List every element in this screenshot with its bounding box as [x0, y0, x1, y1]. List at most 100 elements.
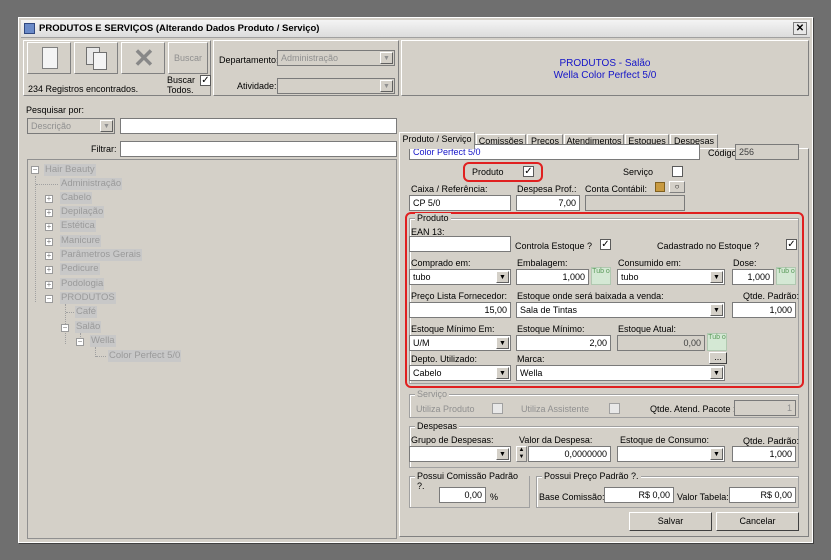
salvar-button[interactable]: Salvar: [629, 512, 712, 531]
tree-node-selected[interactable]: Color Perfect 5/0: [108, 350, 182, 362]
preco-lista-input[interactable]: 15,00: [409, 302, 511, 318]
collapse-icon[interactable]: −: [45, 295, 53, 303]
despesa-prof-input[interactable]: 7,00: [516, 195, 580, 211]
cancelar-button[interactable]: Cancelar: [716, 512, 799, 531]
marca-label: Marca:: [517, 354, 545, 364]
chevron-down-icon: ▼: [496, 337, 509, 349]
est-min-em-select[interactable]: U/M ▼: [409, 335, 511, 351]
new-document-icon: [42, 47, 58, 69]
controla-estoque-label: Controla Estoque ?: [515, 241, 593, 251]
qtde-padrao-despesa-label: Qtde. Padrão:: [743, 436, 800, 446]
est-min-input[interactable]: 2,00: [516, 335, 611, 351]
caixa-label: Caixa / Referência:: [411, 184, 488, 194]
servico-group-caption: Serviço: [415, 389, 450, 399]
preco-padrao-group-caption: Possui Preço Padrão ?.: [542, 471, 641, 481]
codigo-field: 256: [735, 144, 799, 160]
new-button[interactable]: [27, 42, 71, 74]
header-line2: Wella Color Perfect 5/0: [553, 70, 657, 81]
comprado-select[interactable]: tubo ▼: [409, 269, 511, 285]
est-atual-field: 0,00: [617, 335, 705, 351]
tree-node[interactable]: Wella: [90, 335, 116, 347]
caixa-input[interactable]: CP 5/0: [409, 195, 511, 211]
app-icon: [24, 23, 35, 34]
atividade-select[interactable]: ▼: [277, 78, 395, 94]
ean-input[interactable]: [409, 236, 511, 252]
edit-icon[interactable]: [655, 182, 665, 192]
departamento-label: Departamento:: [219, 55, 279, 65]
collapse-icon[interactable]: −: [76, 338, 84, 346]
delete-button[interactable]: ✕: [121, 42, 165, 74]
tree-node[interactable]: Café: [75, 306, 98, 318]
embalagem-input[interactable]: 1,000: [516, 269, 589, 285]
tree-node[interactable]: Administração: [60, 178, 123, 190]
search-icon[interactable]: ○: [669, 181, 685, 193]
tree-node[interactable]: Estética: [60, 220, 96, 232]
produto-checkbox[interactable]: ✓: [523, 166, 534, 177]
tree-node[interactable]: Cabelo: [60, 192, 93, 204]
estoque-baixa-select[interactable]: Sala de Tintas ▼: [516, 302, 725, 318]
tree-node[interactable]: PRODUTOS: [60, 292, 116, 304]
tree-node[interactable]: Pedicure: [60, 263, 100, 275]
grupo-despesas-select[interactable]: ▼: [409, 446, 511, 462]
search-button[interactable]: Buscar: [168, 42, 208, 74]
tree-node[interactable]: Salão: [75, 321, 102, 333]
percent-label: %: [490, 492, 499, 502]
chevron-down-icon: ▼: [710, 448, 723, 460]
base-comissao-input[interactable]: R$ 0,00: [604, 487, 674, 503]
close-button[interactable]: ✕: [793, 22, 807, 35]
despesa-prof-label: Despesa Prof.:: [517, 184, 577, 194]
pesquisar-label: Pesquisar por:: [26, 105, 85, 115]
produto-group-caption: Produto: [415, 213, 451, 223]
tree-node[interactable]: Podologia: [60, 278, 105, 290]
filtrar-input[interactable]: [120, 141, 397, 157]
expand-icon[interactable]: +: [45, 266, 53, 274]
qtde-padrao-input[interactable]: 1,000: [732, 302, 796, 318]
utiliza-assistente-checkbox[interactable]: [609, 403, 620, 414]
search-input[interactable]: [120, 118, 397, 134]
valor-despesa-label: Valor da Despesa:: [519, 435, 593, 445]
expand-icon[interactable]: +: [45, 238, 53, 246]
dose-input[interactable]: 1,000: [732, 269, 774, 285]
pesquisar-select[interactable]: Descrição ▼: [27, 118, 115, 134]
controla-estoque-checkbox[interactable]: ✓: [600, 239, 611, 250]
comissao-input[interactable]: 0,00: [439, 487, 486, 503]
collapse-icon[interactable]: −: [31, 166, 39, 174]
valor-despesa-input[interactable]: 0,0000000: [528, 446, 611, 462]
qtde-padrao-label: Qtde. Padrão:: [743, 291, 800, 301]
expand-icon[interactable]: +: [45, 252, 53, 260]
tree-node[interactable]: Depilação: [60, 206, 105, 218]
depto-select[interactable]: Cabelo ▼: [409, 365, 511, 381]
tree-node[interactable]: Manicure: [60, 235, 102, 247]
spinner-icon[interactable]: ▲ ▼: [516, 446, 527, 462]
marca-browse-button[interactable]: ...: [709, 352, 727, 364]
tab-produto-servico[interactable]: Produto / Serviço: [399, 132, 475, 149]
main-window: PRODUTOS E SERVIÇOS (Alterando Dados Pro…: [18, 17, 813, 543]
buscar-todos-checkbox[interactable]: ✓: [200, 75, 211, 86]
tree-node[interactable]: Parâmetros Gerais: [60, 249, 142, 261]
expand-icon[interactable]: +: [45, 209, 53, 217]
utiliza-produto-label: Utiliza Produto: [416, 404, 475, 414]
tree-node-root[interactable]: Hair Beauty: [44, 164, 96, 176]
expand-icon[interactable]: +: [45, 281, 53, 289]
qtde-padrao-despesa-input[interactable]: 1,000: [732, 446, 796, 462]
expand-icon[interactable]: +: [45, 195, 53, 203]
chevron-down-icon: ▼: [380, 52, 393, 64]
consumido-select[interactable]: tubo ▼: [617, 269, 725, 285]
chevron-down-icon: ▼: [496, 271, 509, 283]
cadastrado-estoque-checkbox[interactable]: ✓: [786, 239, 797, 250]
chevron-down-icon: ▼: [380, 80, 393, 92]
copy-button[interactable]: [74, 42, 118, 74]
category-tree: − Hair Beauty Administração + Cabelo + D…: [27, 159, 397, 539]
marca-select[interactable]: Wella ▼: [516, 365, 725, 381]
cadastrado-estoque-label: Cadastrado no Estoque ?: [657, 241, 760, 251]
departamento-select[interactable]: Administração ▼: [277, 50, 395, 66]
servico-checkbox[interactable]: [672, 166, 683, 177]
comprado-label: Comprado em:: [411, 258, 471, 268]
valor-tabela-input[interactable]: R$ 0,00: [729, 487, 796, 503]
depto-label: Depto. Utilizado:: [411, 354, 478, 364]
collapse-icon[interactable]: −: [61, 324, 69, 332]
produto-label: Produto: [472, 167, 504, 177]
estoque-consumo-select[interactable]: ▼: [617, 446, 725, 462]
expand-icon[interactable]: +: [45, 223, 53, 231]
utiliza-produto-checkbox[interactable]: [492, 403, 503, 414]
